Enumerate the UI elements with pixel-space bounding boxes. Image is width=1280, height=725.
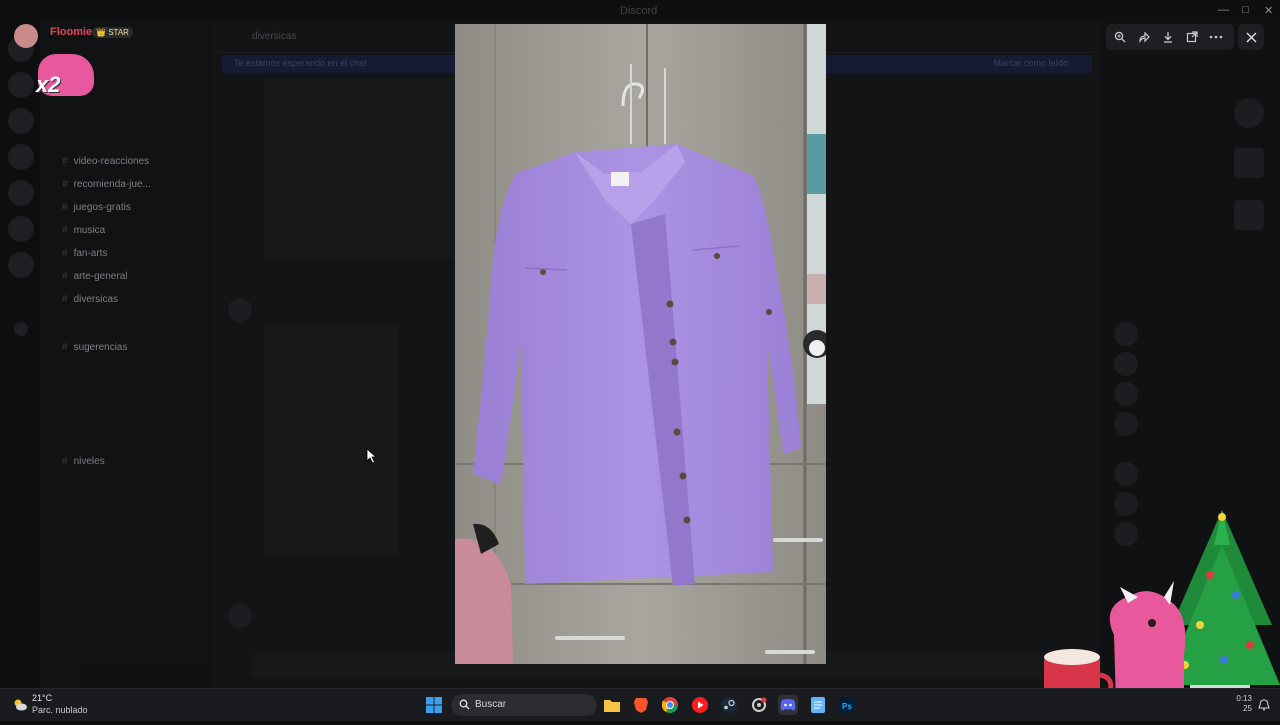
brave-browser-icon[interactable] [631, 695, 651, 715]
windows-start-icon[interactable] [424, 695, 444, 715]
channel-item[interactable]: # sugerencias [62, 342, 127, 353]
settings-app-icon[interactable] [749, 695, 769, 715]
taskbar-search[interactable]: Buscar [451, 694, 597, 716]
avatar[interactable] [1114, 322, 1138, 346]
channel-item[interactable]: # musica [62, 225, 105, 236]
taskbar: 21°C Parc. nublado Buscar Ps 0:13 25 [0, 688, 1280, 721]
channel-label: sugerencias [73, 342, 128, 353]
system-clock[interactable]: 0:13 25 [1234, 694, 1252, 714]
activity-thumbnail [1234, 200, 1264, 230]
maximize-icon[interactable]: □ [1242, 4, 1249, 16]
channel-label: arte-general [73, 271, 128, 282]
cloud-sun-icon [14, 699, 27, 711]
channel-list: # video-reacciones # recomienda-jue... # ju… [40, 22, 252, 710]
weather-temperature: 21°C [32, 693, 53, 703]
clock-time: 0:13 [1236, 694, 1252, 703]
open-external-icon[interactable] [1180, 24, 1204, 50]
server-icon[interactable] [8, 180, 34, 206]
server-icon[interactable] [8, 252, 34, 278]
channel-label: video-reacciones [73, 156, 150, 167]
steam-icon[interactable] [719, 695, 739, 715]
download-icon[interactable] [1156, 24, 1180, 50]
add-server-icon[interactable] [14, 322, 28, 336]
svg-text:Ps: Ps [842, 702, 852, 711]
photo-illustration [455, 24, 826, 664]
discord-icon[interactable] [778, 695, 798, 715]
notification-bell-icon[interactable] [1254, 695, 1274, 715]
search-icon [459, 699, 470, 710]
avatar[interactable] [1114, 462, 1138, 486]
server-list [0, 22, 40, 688]
file-explorer-icon[interactable] [602, 695, 622, 715]
channel-label: fan-arts [73, 248, 108, 259]
channel-item[interactable]: # diversicas [62, 294, 118, 305]
minimize-icon[interactable]: — [1218, 4, 1229, 16]
channel-item[interactable]: # recomienda-jue... [62, 179, 151, 190]
channel-item[interactable]: # niveles [62, 456, 105, 467]
chat-channel-title: diversicas [252, 31, 297, 42]
avatar [14, 24, 38, 48]
star-badge: 👑 STAR [92, 27, 133, 38]
close-icon[interactable] [1238, 24, 1264, 50]
chrome-icon[interactable] [660, 695, 680, 715]
photoshop-icon[interactable]: Ps [837, 695, 857, 715]
channel-label: musica [73, 225, 106, 236]
title-bar: Discord — □ ✕ [0, 0, 1280, 22]
search-label: Buscar [475, 699, 507, 710]
channel-label: diversicas [73, 294, 119, 305]
server-icon[interactable] [8, 144, 34, 170]
notepad-icon[interactable] [808, 695, 828, 715]
activity-thumbnail [1234, 148, 1264, 178]
server-icon[interactable] [8, 216, 34, 242]
avatar[interactable] [1114, 412, 1138, 436]
channel-item[interactable]: # juegos-gratis [62, 202, 131, 213]
avatar [228, 298, 252, 322]
mouse-cursor-icon [366, 448, 378, 469]
server-icon[interactable] [8, 108, 34, 134]
server-icon[interactable] [8, 72, 34, 98]
channel-item[interactable]: # fan-arts [62, 248, 107, 259]
channel-item[interactable]: # arte-general [62, 271, 127, 282]
badge-label: STAR [108, 28, 129, 37]
weather-description: Parc. nublado [32, 705, 88, 715]
image-viewer-toolbar [1106, 24, 1234, 50]
chat-image-attachment[interactable] [264, 78, 454, 258]
zoom-icon[interactable] [1108, 24, 1132, 50]
multiplier-label: x2 [36, 72, 61, 97]
mark-read-link[interactable]: Marcar como leído [993, 58, 1068, 68]
chat-image-attachment[interactable] [264, 326, 398, 556]
channel-label: juegos-gratis [73, 202, 131, 213]
forward-icon[interactable] [1132, 24, 1156, 50]
activity-thumbnail [1234, 98, 1264, 128]
channel-item[interactable]: # video-reacciones [62, 156, 149, 167]
avatar [228, 604, 252, 628]
youtube-music-icon[interactable] [690, 695, 710, 715]
more-icon[interactable] [1204, 24, 1228, 50]
shirt-photo [455, 24, 826, 664]
avatar[interactable] [1114, 352, 1138, 376]
channel-label: recomienda-jue... [73, 179, 151, 190]
clock-date: 25 [1243, 704, 1252, 713]
close-window-icon[interactable]: ✕ [1264, 4, 1273, 17]
avatar[interactable] [1114, 382, 1138, 406]
channel-label: niveles [73, 456, 105, 467]
app-title: Discord [620, 5, 658, 17]
streamer-name: Floomie [50, 26, 93, 38]
banner-text: Te estamos esperando en el chat [234, 58, 367, 68]
